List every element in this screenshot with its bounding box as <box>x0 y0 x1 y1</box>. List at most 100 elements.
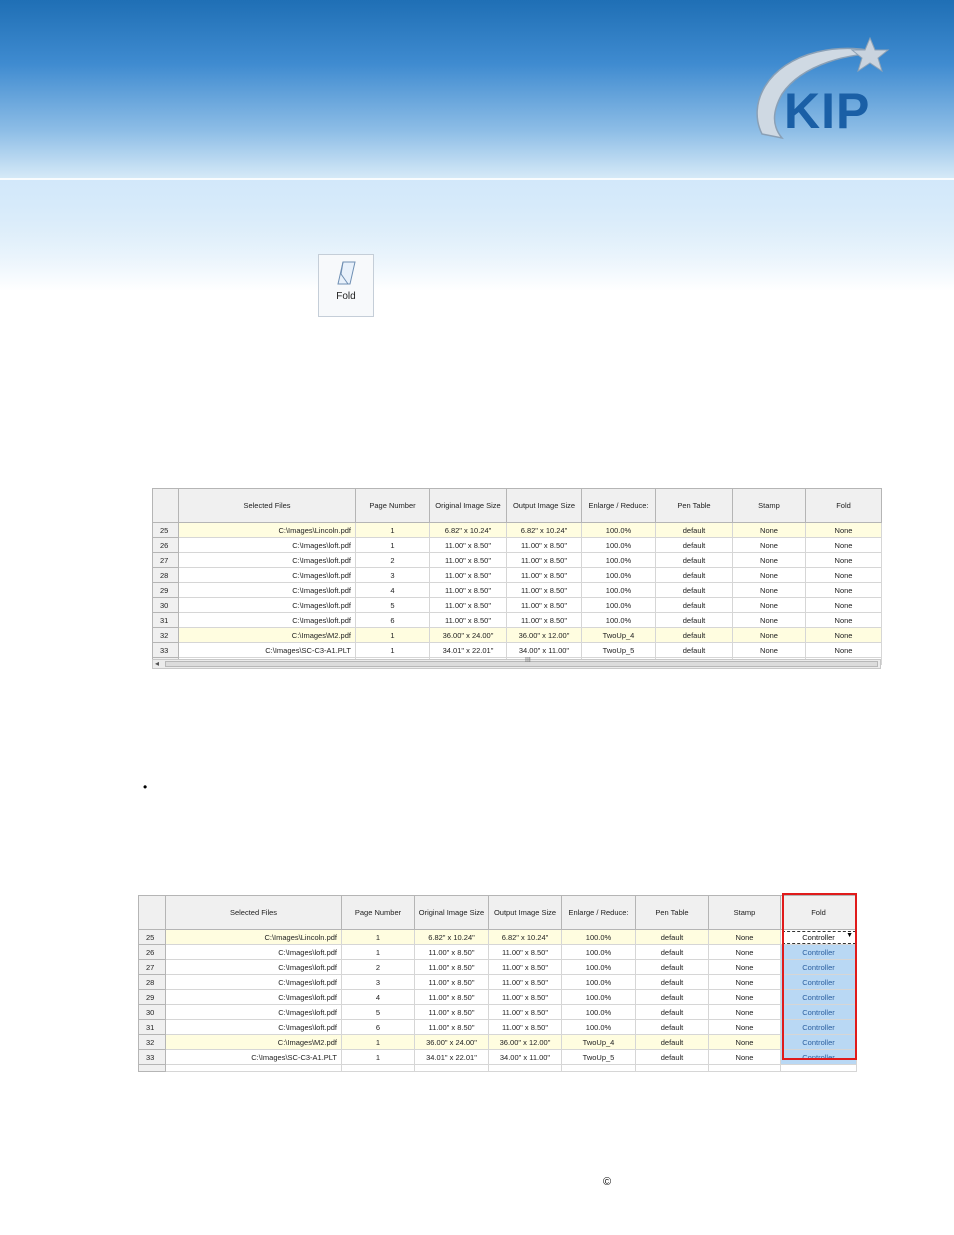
pen-table[interactable]: default <box>635 1034 709 1050</box>
stamp[interactable]: None <box>732 642 806 658</box>
file-path[interactable]: C:\Images\Lincoln.pdf <box>165 929 342 945</box>
stamp[interactable]: None <box>708 989 781 1005</box>
enlarge-reduce[interactable]: 100.0% <box>561 929 636 945</box>
col-output-size[interactable]: Output Image Size <box>506 488 582 523</box>
file-path[interactable]: C:\Images\loft.pdf <box>178 597 356 613</box>
table-row[interactable]: 27 C:\Images\loft.pdf 2 11.00" x 8.50" 11.00… <box>138 959 857 975</box>
file-path[interactable]: C:\Images\loft.pdf <box>178 612 356 628</box>
fold-value[interactable]: Controller <box>780 959 857 975</box>
page-number[interactable]: 4 <box>341 989 415 1005</box>
original-size[interactable]: 36.00" x 24.00" <box>429 627 507 643</box>
horizontal-scrollbar[interactable]: ◂ III <box>152 657 881 669</box>
table-row[interactable]: 30 C:\Images\loft.pdf 5 11.00" x 8.50" 11.00… <box>152 597 882 613</box>
original-size[interactable]: 11.00" x 8.50" <box>429 552 507 568</box>
file-path[interactable]: C:\Images\SC-C3-A1.PLT <box>165 1049 342 1065</box>
fold-button[interactable]: Fold <box>318 254 374 317</box>
output-size[interactable]: 11.00" x 8.50" <box>506 612 582 628</box>
page-number[interactable]: 6 <box>355 612 430 628</box>
enlarge-reduce[interactable]: TwoUp_5 <box>581 642 656 658</box>
scroll-thumb[interactable] <box>165 661 878 667</box>
original-size[interactable]: 11.00" x 8.50" <box>429 537 507 553</box>
original-size[interactable]: 11.00" x 8.50" <box>414 974 489 990</box>
pen-table[interactable]: default <box>635 959 709 975</box>
fold-value[interactable]: None <box>805 612 882 628</box>
page-number[interactable]: 1 <box>341 944 415 960</box>
enlarge-reduce[interactable]: 100.0% <box>561 959 636 975</box>
file-path[interactable]: C:\Images\loft.pdf <box>165 1004 342 1020</box>
output-size[interactable]: 11.00" x 8.50" <box>506 567 582 583</box>
pen-table[interactable]: default <box>635 929 709 945</box>
file-path[interactable]: C:\Images\SC-C3-A1.PLT <box>178 642 356 658</box>
page-number[interactable]: 1 <box>355 537 430 553</box>
original-size[interactable]: 11.00" x 8.50" <box>429 612 507 628</box>
stamp[interactable]: None <box>708 1034 781 1050</box>
output-size[interactable]: 11.00" x 8.50" <box>506 537 582 553</box>
page-number[interactable]: 2 <box>341 959 415 975</box>
table-row[interactable]: 25 C:\Images\Lincoln.pdf 1 6.82" x 10.24" 6.… <box>138 929 857 945</box>
original-size[interactable]: 6.82" x 10.24" <box>429 522 507 538</box>
stamp[interactable]: None <box>732 552 806 568</box>
stamp[interactable]: None <box>708 1004 781 1020</box>
output-size[interactable]: 34.00" x 11.00" <box>506 642 582 658</box>
stamp[interactable]: None <box>732 627 806 643</box>
fold-value[interactable]: Controller <box>780 974 857 990</box>
pen-table[interactable]: default <box>635 1049 709 1065</box>
original-size[interactable]: 34.01" x 22.01" <box>414 1049 489 1065</box>
col-enlarge-reduce[interactable]: Enlarge / Reduce: <box>561 895 636 930</box>
original-size[interactable]: 11.00" x 8.50" <box>414 1004 489 1020</box>
stamp[interactable]: None <box>732 567 806 583</box>
fold-value[interactable]: None <box>805 627 882 643</box>
original-size[interactable]: 11.00" x 8.50" <box>414 959 489 975</box>
output-size[interactable]: 36.00" x 12.00" <box>506 627 582 643</box>
col-page-number[interactable]: Page Number <box>355 488 430 523</box>
fold-value[interactable]: None <box>805 582 882 598</box>
table-row[interactable]: 33 C:\Images\SC-C3-A1.PLT 1 34.01" x 22.01"… <box>152 642 882 658</box>
enlarge-reduce[interactable]: 100.0% <box>581 612 656 628</box>
stamp[interactable]: None <box>708 959 781 975</box>
col-original-size[interactable]: Original Image Size <box>414 895 489 930</box>
table-row[interactable]: 32 C:\Images\M2.pdf 1 36.00" x 24.00" 36.00"… <box>152 627 882 643</box>
enlarge-reduce[interactable]: 100.0% <box>581 537 656 553</box>
output-size[interactable]: 11.00" x 8.50" <box>488 1019 562 1035</box>
enlarge-reduce[interactable]: TwoUp_4 <box>581 627 656 643</box>
output-size[interactable]: 11.00" x 8.50" <box>488 959 562 975</box>
original-size[interactable]: 11.00" x 8.50" <box>414 944 489 960</box>
table-row[interactable]: 32 C:\Images\M2.pdf 1 36.00" x 24.00" 36.00"… <box>138 1034 857 1050</box>
page-number[interactable]: 4 <box>355 582 430 598</box>
table-row[interactable]: 29 C:\Images\loft.pdf 4 11.00" x 8.50" 11.00… <box>138 989 857 1005</box>
pen-table[interactable]: default <box>655 522 733 538</box>
page-number[interactable]: 3 <box>341 974 415 990</box>
stamp[interactable]: None <box>708 929 781 945</box>
original-size[interactable]: 11.00" x 8.50" <box>429 582 507 598</box>
file-path[interactable]: C:\Images\loft.pdf <box>165 989 342 1005</box>
stamp[interactable]: None <box>708 1019 781 1035</box>
enlarge-reduce[interactable]: 100.0% <box>561 1004 636 1020</box>
page-number[interactable]: 2 <box>355 552 430 568</box>
file-path[interactable]: C:\Images\loft.pdf <box>178 582 356 598</box>
file-path[interactable]: C:\Images\loft.pdf <box>165 1019 342 1035</box>
fold-value[interactable]: Controller <box>780 1004 857 1020</box>
fold-value[interactable]: Controller <box>780 944 857 960</box>
fold-value[interactable]: None <box>805 537 882 553</box>
col-stamp[interactable]: Stamp <box>708 895 781 930</box>
table-row[interactable]: 31 C:\Images\loft.pdf 6 11.00" x 8.50" 11.00… <box>138 1019 857 1035</box>
output-size[interactable]: 34.00" x 11.00" <box>488 1049 562 1065</box>
stamp[interactable]: None <box>732 537 806 553</box>
stamp[interactable]: None <box>732 522 806 538</box>
enlarge-reduce[interactable]: 100.0% <box>581 582 656 598</box>
table-row[interactable]: 28 C:\Images\loft.pdf 3 11.00" x 8.50" 11.00… <box>152 567 882 583</box>
output-size[interactable]: 11.00" x 8.50" <box>506 582 582 598</box>
fold-value[interactable]: Controller ▼ <box>780 929 857 945</box>
enlarge-reduce[interactable]: 100.0% <box>561 974 636 990</box>
file-path[interactable]: C:\Images\loft.pdf <box>178 552 356 568</box>
enlarge-reduce[interactable]: 100.0% <box>561 1019 636 1035</box>
original-size[interactable]: 11.00" x 8.50" <box>429 567 507 583</box>
file-path[interactable]: C:\Images\loft.pdf <box>165 944 342 960</box>
pen-table[interactable]: default <box>635 1019 709 1035</box>
pen-table[interactable]: default <box>635 944 709 960</box>
original-size[interactable]: 6.82" x 10.24" <box>414 929 489 945</box>
col-enlarge-reduce[interactable]: Enlarge / Reduce: <box>581 488 656 523</box>
original-size[interactable]: 36.00" x 24.00" <box>414 1034 489 1050</box>
col-selected-files[interactable]: Selected Files <box>178 488 356 523</box>
fold-value[interactable]: None <box>805 552 882 568</box>
